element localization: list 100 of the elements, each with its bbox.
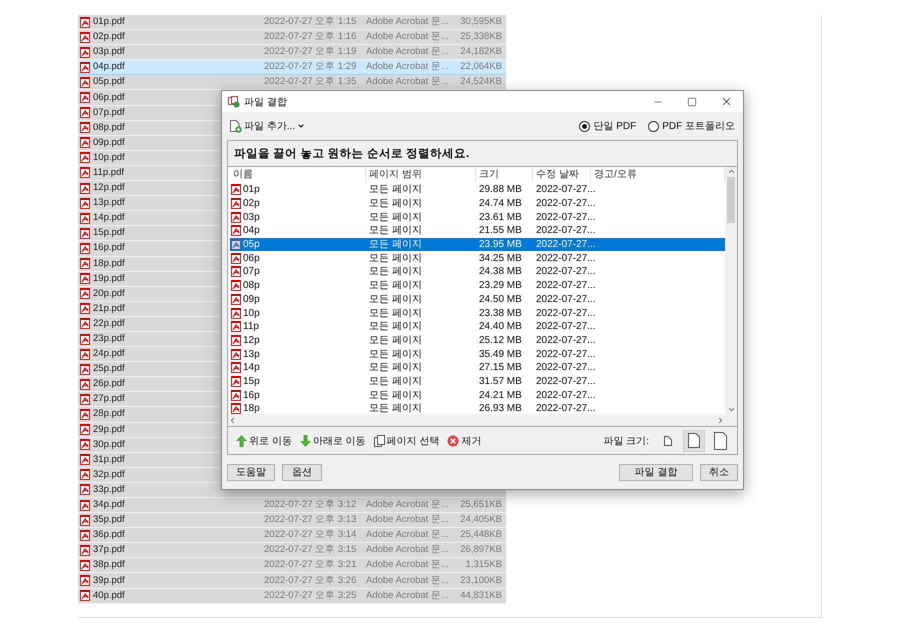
scroll-down-icon[interactable] [726, 405, 736, 414]
file-type: Adobe Acrobat 문... [366, 528, 449, 542]
action-button[interactable]: 페이지 선택 [372, 432, 442, 450]
page-range: 모든 페이지 [368, 265, 422, 278]
column-header[interactable]: 이름 [230, 168, 366, 182]
modified-date: 2022-07-27... [535, 238, 596, 252]
file-row[interactable]: 01p.pdf 2022-07-27 오후 1:15 Adobe Acrobat 문... 30,595KB [78, 15, 506, 30]
file-row[interactable]: 10p 모든 페이지 23.38 MB 2022-07-27... [230, 306, 725, 320]
modified-date: 2022-07-27... [535, 292, 596, 306]
file-row[interactable]: 02p.pdf 2022-07-27 오후 1:16 Adobe Acrobat 문... 25,338KB [78, 30, 506, 46]
file-row[interactable]: 34p.pdf 2022-07-27 오후 3:12 Adobe Acrobat 문... 25,651KB [78, 498, 506, 514]
modified-date: 2022-07-27... [535, 279, 596, 292]
modified-date: 2022-07-27... [535, 348, 596, 361]
file-row[interactable]: 40p.pdf 2022-07-27 오후 3:25 Adobe Acrobat 문... 44,831KB [78, 588, 506, 604]
file-type: Adobe Acrobat 문... [366, 75, 449, 90]
file-row[interactable]: 03p 모든 페이지 23.61 MB 2022-07-27... [230, 210, 725, 224]
radio-button[interactable] [648, 120, 660, 132]
file-row[interactable]: 03p.pdf 2022-07-27 오후 1:19 Adobe Acrobat 문... 24,182KB [78, 45, 506, 60]
modified-date: 2022-07-27... [535, 374, 596, 388]
file-name: 07p [230, 265, 366, 278]
down-arrow-icon [300, 434, 311, 446]
file-row[interactable]: 39p.pdf 2022-07-27 오후 3:26 Adobe Acrobat 문... 23,100KB [78, 573, 506, 589]
column-header[interactable]: 크기 [476, 168, 533, 182]
pdf-file-icon [80, 424, 90, 436]
vertical-scrollbar[interactable] [725, 167, 737, 414]
maximize-icon [687, 96, 697, 106]
file-name: 13p [230, 348, 366, 361]
pdf-file-icon [80, 258, 90, 270]
dialog-button[interactable]: 파일 결합 [619, 464, 693, 480]
pdf-file-icon [80, 530, 90, 541]
pdf-file-icon [231, 308, 241, 319]
scroll-up-icon[interactable] [726, 167, 736, 176]
modified-date: 2022-07-27... [535, 252, 596, 265]
file-name: 14p [230, 361, 366, 374]
file-row[interactable]: 16p 모든 페이지 24.21 MB 2022-07-27... [230, 388, 725, 402]
file-row[interactable]: 11p 모든 페이지 24.40 MB 2022-07-27... [230, 320, 725, 334]
file-type: Adobe Acrobat 문... [366, 60, 449, 74]
file-size: 25,448KB [459, 528, 502, 542]
radio-button[interactable] [579, 120, 590, 132]
modified-date: 2022-07-27... [535, 361, 596, 374]
file-row[interactable]: 09p 모든 페이지 24.50 MB 2022-07-27... [230, 292, 725, 306]
file-type: Adobe Acrobat 문... [366, 498, 449, 512]
file-row[interactable]: 38p.pdf 2022-07-27 오후 3:21 Adobe Acrobat 문... 1,315KB [78, 558, 506, 574]
file-row[interactable]: 04p.pdf 2022-07-27 오후 1:29 Adobe Acrobat 문... 22,064KB [78, 60, 506, 76]
horizontal-scrollbar[interactable] [228, 414, 737, 426]
file-row[interactable]: 05p 모든 페이지 23.95 MB 2022-07-27... [230, 238, 725, 252]
file-row[interactable]: 01p 모든 페이지 29.88 MB 2022-07-27... [230, 183, 725, 197]
file-size: 25.12 MB [478, 334, 522, 347]
dialog-button[interactable]: 옵션 [282, 464, 322, 480]
modified-date: 2022-07-27 오후 3:26 [264, 574, 356, 588]
page-range: 모든 페이지 [368, 374, 422, 388]
output-option[interactable]: PDF 포트폴리오 [648, 119, 735, 133]
pdf-file-icon [80, 76, 90, 88]
file-name: 18p [230, 402, 366, 414]
file-row[interactable]: 14p 모든 페이지 27.15 MB 2022-07-27... [230, 360, 725, 375]
file-name: 05p.pdf [80, 75, 264, 90]
file-size: 23,100KB [459, 574, 502, 588]
file-row[interactable]: 06p 모든 페이지 34.25 MB 2022-07-27... [230, 251, 725, 266]
thumbnail-size-button[interactable] [683, 430, 705, 452]
dialog-button[interactable]: 도움말 [227, 464, 275, 480]
pdf-file-icon [231, 321, 241, 332]
action-button[interactable]: 제거 [445, 432, 484, 450]
file-row[interactable]: 04p 모든 페이지 21.55 MB 2022-07-27... [230, 224, 725, 238]
file-name: 38p.pdf [80, 558, 264, 572]
pdf-file-icon [231, 348, 241, 360]
file-row[interactable]: 35p.pdf 2022-07-27 오후 3:13 Adobe Acrobat 문... 24,405KB [78, 513, 506, 528]
pdf-file-icon [80, 364, 90, 375]
pdf-file-icon [80, 32, 90, 43]
pdf-file-icon [80, 92, 90, 104]
pdf-file-icon [80, 107, 90, 118]
pdf-file-icon [80, 62, 90, 73]
file-row[interactable]: 05p.pdf 2022-07-27 오후 1:35 Adobe Acrobat 문... 24,524KB [78, 75, 506, 90]
file-name: 02p.pdf [80, 30, 264, 44]
file-row[interactable]: 07p 모든 페이지 24.38 MB 2022-07-27... [230, 265, 725, 279]
output-option[interactable]: 단일 PDF [579, 119, 636, 133]
add-files-button[interactable]: 파일 추가... [228, 117, 308, 135]
file-row[interactable]: 15p 모든 페이지 31.57 MB 2022-07-27... [230, 374, 725, 388]
file-row[interactable]: 37p.pdf 2022-07-27 오후 3:15 Adobe Acrobat 문... 26,897KB [78, 543, 506, 558]
scroll-thumb[interactable] [727, 177, 735, 223]
file-size: 25,651KB [459, 498, 502, 512]
dialog-button[interactable]: 취소 [700, 464, 738, 480]
action-button[interactable]: 위로 이동 [234, 432, 294, 450]
file-row[interactable]: 36p.pdf 2022-07-27 오후 3:14 Adobe Acrobat 문... 25,448KB [78, 528, 506, 544]
scroll-left-icon[interactable] [228, 416, 237, 424]
file-name: 06p [230, 252, 366, 265]
file-name: 03p.pdf [80, 45, 264, 60]
file-row[interactable]: 12p 모든 페이지 25.12 MB 2022-07-27... [230, 334, 725, 348]
column-header[interactable]: 수정 날짜 [533, 168, 591, 182]
file-row[interactable]: 08p 모든 페이지 23.29 MB 2022-07-27... [230, 278, 725, 292]
scroll-right-icon[interactable] [716, 416, 725, 424]
file-row[interactable]: 13p 모든 페이지 35.49 MB 2022-07-27... [230, 347, 725, 361]
file-name: 02p [230, 197, 366, 210]
file-row[interactable]: 18p 모든 페이지 26.93 MB 2022-07-27... [230, 402, 725, 414]
pdf-file-icon [80, 408, 90, 420]
pdf-file-icon [231, 198, 241, 210]
file-row[interactable]: 02p 모든 페이지 24.74 MB 2022-07-27... [230, 196, 725, 210]
action-button[interactable]: 아래로 이동 [298, 432, 368, 450]
file-name: 03p [230, 210, 366, 224]
page-range: 모든 페이지 [368, 334, 422, 347]
column-header[interactable]: 페이지 범위 [366, 168, 476, 182]
